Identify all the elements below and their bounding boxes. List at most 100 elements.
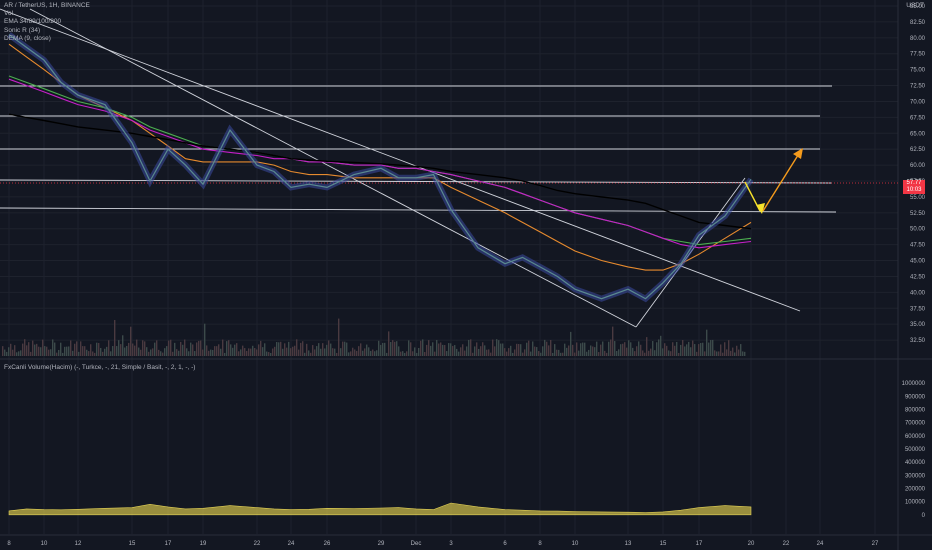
time-tick-label: 12 xyxy=(75,541,82,547)
indicator-title[interactable]: FxCanli Volume(Hacim) (-, Turkce, -, 21,… xyxy=(4,364,195,371)
osc-tick-label: 600000 xyxy=(905,434,926,440)
volume-bar xyxy=(456,348,458,356)
volume-bar xyxy=(398,346,400,356)
volume-bar xyxy=(356,350,358,356)
volume-bar xyxy=(504,348,506,356)
volume-bar xyxy=(26,345,28,356)
volume-bar xyxy=(590,345,592,356)
volume-bar xyxy=(534,346,536,356)
volume-bar xyxy=(740,344,742,356)
volume-bar xyxy=(662,348,664,356)
legend-sonic[interactable]: Sonic R (34) xyxy=(4,27,90,35)
volume-bar xyxy=(146,347,148,356)
price-tick-label: 70.00 xyxy=(910,99,926,105)
volume-bar xyxy=(526,342,528,356)
indicator-legend: AR / TetherUS, 1H, BINANCE Vol EMA 34/89… xyxy=(4,2,90,43)
volume-bar xyxy=(724,342,726,356)
volume-bar xyxy=(388,331,390,356)
volume-bar xyxy=(296,339,298,356)
symbol-title[interactable]: AR / TetherUS, 1H, BINANCE xyxy=(4,2,90,10)
price-chart[interactable]: 32.50 35.00 37.50 40.00 42.50 45.00 47.50 50.00… xyxy=(0,0,932,550)
volume-bar xyxy=(440,342,442,356)
price-tick-label: 45.00 xyxy=(910,259,926,265)
legend-vol[interactable]: Vol xyxy=(4,10,90,18)
volume-bar xyxy=(152,348,154,356)
volume-bar xyxy=(60,342,62,356)
volume-bar xyxy=(144,341,146,356)
volume-bar xyxy=(686,344,688,356)
time-tick-label: 24 xyxy=(288,541,295,547)
volume-bar xyxy=(90,344,92,356)
volume-bar xyxy=(564,343,566,356)
time-tick-label: 10 xyxy=(41,541,48,547)
time-tick-label: 13 xyxy=(625,541,632,547)
volume-bar xyxy=(650,348,652,356)
price-tick-label: 77.50 xyxy=(910,52,926,58)
volume-bar xyxy=(256,349,258,356)
volume-bar xyxy=(600,344,602,356)
volume-bar xyxy=(24,339,26,356)
price-tick-label: 72.50 xyxy=(910,84,926,90)
volume-bar xyxy=(216,346,218,356)
volume-bar xyxy=(36,343,38,356)
osc-tick-label: 800000 xyxy=(905,408,926,414)
volume-bar xyxy=(492,339,494,356)
volume-bar xyxy=(588,349,590,356)
volume-bar xyxy=(10,343,12,356)
volume-bar xyxy=(660,335,662,356)
volume-bar xyxy=(94,352,96,356)
volume-bar xyxy=(414,347,416,356)
price-tick-label: 82.50 xyxy=(910,20,926,26)
volume-bar xyxy=(220,348,222,356)
price-tick-label: 62.50 xyxy=(910,147,926,153)
volume-bar xyxy=(276,341,278,356)
volume-bar xyxy=(324,348,326,356)
volume-bar xyxy=(52,339,54,356)
volume-bar xyxy=(464,350,466,356)
volume-bar xyxy=(462,344,464,356)
volume-bar xyxy=(170,339,172,356)
osc-tick-label: 1000000 xyxy=(902,381,926,387)
volume-bar xyxy=(64,346,66,356)
volume-bar xyxy=(132,343,134,356)
volume-bar xyxy=(654,350,656,356)
volume-bar xyxy=(320,348,322,356)
price-tick-label: 47.50 xyxy=(910,243,926,249)
volume-bar xyxy=(408,340,410,356)
volume-bar xyxy=(580,343,582,356)
volume-bar xyxy=(376,350,378,356)
volume-bar xyxy=(632,347,634,356)
volume-bar xyxy=(190,342,192,356)
volume-bar xyxy=(630,342,632,356)
volume-bar xyxy=(378,340,380,356)
volume-bar xyxy=(194,351,196,356)
volume-bar xyxy=(86,349,88,356)
legend-dema[interactable]: DEMA (9, close) xyxy=(4,35,90,43)
volume-bar xyxy=(514,349,516,356)
volume-bar xyxy=(352,347,354,356)
volume-bar xyxy=(370,350,372,356)
volume-bar xyxy=(454,345,456,356)
volume-bar xyxy=(688,341,690,356)
volume-bar xyxy=(708,342,710,356)
volume-bar xyxy=(224,352,226,356)
volume-bar xyxy=(592,346,594,356)
volume-bar xyxy=(696,351,698,356)
volume-bar xyxy=(4,349,6,356)
volume-bar xyxy=(136,339,138,356)
volume-bar xyxy=(438,343,440,356)
volume-bar xyxy=(74,343,76,356)
volume-bar xyxy=(486,349,488,356)
volume-bar xyxy=(260,340,262,356)
volume-bar xyxy=(118,340,120,356)
volume-bar xyxy=(164,348,166,356)
volume-bar xyxy=(672,342,674,356)
volume-bar xyxy=(674,345,676,356)
volume-bar xyxy=(344,341,346,356)
volume-bar xyxy=(200,340,202,356)
legend-ema[interactable]: EMA 34/89/100/200 xyxy=(4,18,90,26)
volume-bar xyxy=(254,347,256,356)
volume-bar xyxy=(566,347,568,356)
volume-bar xyxy=(364,348,366,356)
volume-bar xyxy=(722,352,724,356)
